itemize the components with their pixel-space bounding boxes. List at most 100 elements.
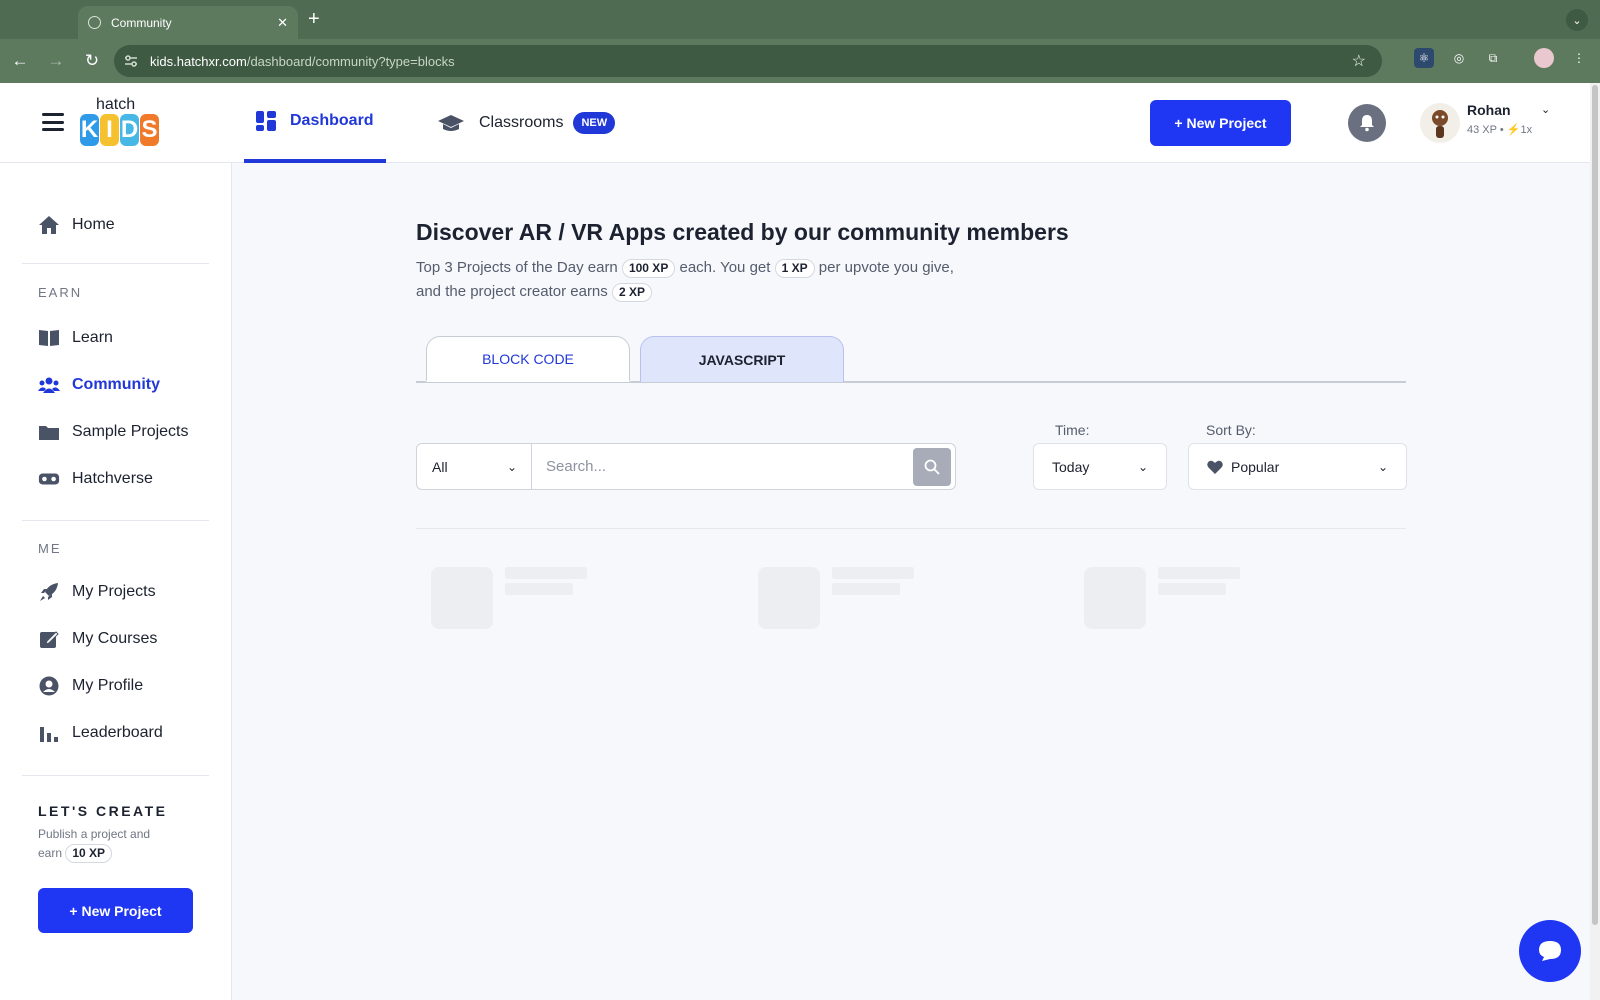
page-title: Discover AR / VR Apps created by our com…	[416, 219, 1069, 245]
browser-tab-title: Community	[111, 15, 172, 30]
sort-select[interactable]: Popular ⌄	[1188, 443, 1407, 490]
sidebar-item-community[interactable]: Community	[38, 374, 160, 396]
xp-pill: 10 XP	[65, 844, 113, 863]
sidebar-item-label: My Courses	[72, 630, 158, 647]
xp-pill: 100 XP	[621, 259, 676, 278]
main-content: Discover AR / VR Apps created by our com…	[232, 163, 1590, 1000]
bookmark-star-icon[interactable]: ☆	[1352, 51, 1366, 71]
sidebar-divider	[22, 775, 209, 776]
react-devtools-icon[interactable]: ⚛	[1414, 48, 1434, 68]
home-icon	[38, 214, 60, 236]
create-section-title: LET'S CREATE	[38, 803, 168, 819]
browser-toolbar: ← → ↻ kids.hatchxr.com/dashboard/communi…	[0, 39, 1600, 83]
subtitle-text: each. You get	[679, 259, 771, 276]
sidebar-item-leaderboard[interactable]: Leaderboard	[38, 722, 163, 744]
browser-tab[interactable]: Community ✕	[78, 6, 298, 39]
nav-tab-classrooms[interactable]: Classrooms NEW	[437, 83, 616, 163]
url-host: kids.hatchxr.com	[150, 53, 247, 69]
sidebar-item-label: My Profile	[72, 677, 144, 694]
tab-search-chevron-icon[interactable]: ⌄	[1566, 9, 1588, 31]
extension-circle-icon[interactable]: ◎	[1449, 48, 1469, 68]
app-header: hatch KIDS Dashboard Classrooms NEW + Ne…	[0, 83, 1590, 163]
page-scrollbar[interactable]	[1590, 83, 1600, 1000]
sort-select-value: Popular	[1231, 458, 1280, 475]
users-icon	[38, 374, 60, 396]
sidebar-item-my-profile[interactable]: My Profile	[38, 675, 143, 697]
sort-label: Sort By:	[1206, 422, 1256, 438]
dashboard-icon	[256, 111, 276, 131]
user-xp-value: 43 XP	[1467, 124, 1497, 136]
nav-tab-dashboard[interactable]: Dashboard	[244, 83, 386, 163]
time-filter-select[interactable]: Today ⌄	[1033, 443, 1167, 490]
user-icon	[38, 675, 60, 697]
site-info-icon[interactable]	[124, 54, 138, 68]
sidebar-item-my-projects[interactable]: My Projects	[38, 581, 156, 603]
sidebar-new-project-button[interactable]: + New Project	[38, 888, 193, 933]
nav-tab-classrooms-label: Classrooms	[479, 114, 564, 131]
user-xp: 43 XP • ⚡1x	[1467, 124, 1533, 136]
user-avatar[interactable]	[1420, 103, 1460, 143]
sidebar-item-hatchverse[interactable]: Hatchverse	[38, 468, 153, 490]
time-filter-label: Time:	[1055, 422, 1090, 438]
reload-icon[interactable]: ↻	[76, 45, 108, 77]
section-label-earn: EARN	[38, 285, 83, 300]
sidebar-item-home[interactable]: Home	[38, 214, 115, 236]
time-filter-value: Today	[1052, 458, 1090, 475]
sidebar-item-label: Hatchverse	[72, 470, 153, 487]
extensions-puzzle-icon[interactable]: ⧉	[1483, 48, 1503, 68]
sidebar-item-label: Leaderboard	[72, 724, 163, 741]
user-name[interactable]: Rohan	[1467, 102, 1511, 118]
hamburger-menu-icon[interactable]	[42, 113, 64, 131]
tab-block-code[interactable]: BLOCK CODE	[426, 336, 630, 382]
rocket-icon	[38, 581, 60, 603]
search-button[interactable]	[913, 447, 951, 486]
logo-wordmark: hatch	[96, 96, 136, 113]
category-select[interactable]: All ⌄	[417, 444, 532, 489]
vr-headset-icon	[38, 468, 60, 490]
sidebar-item-sample-projects[interactable]: Sample Projects	[38, 421, 189, 443]
graduation-cap-icon	[438, 115, 464, 131]
profile-avatar-icon[interactable]	[1534, 48, 1554, 68]
sidebar-item-label: Home	[72, 216, 115, 233]
sidebar-item-my-courses[interactable]: My Courses	[38, 628, 157, 650]
back-arrow-icon[interactable]: ←	[4, 45, 36, 77]
notifications-bell-icon[interactable]	[1348, 104, 1386, 142]
logo-kids: KIDS	[80, 114, 159, 146]
category-select-value: All	[432, 458, 448, 475]
search-input[interactable]	[532, 458, 913, 475]
sidebar-item-label: Learn	[72, 329, 113, 346]
chat-bubble-icon	[1539, 941, 1561, 961]
user-menu-chevron-icon[interactable]: ⌄	[1541, 103, 1550, 116]
section-label-me: ME	[38, 541, 62, 556]
tab-javascript[interactable]: JAVASCRIPT	[640, 336, 844, 382]
chat-launcher-button[interactable]	[1519, 920, 1581, 982]
user-streak: 1x	[1520, 124, 1533, 136]
folder-icon	[38, 421, 60, 443]
bar-chart-icon	[38, 722, 60, 744]
chevron-down-icon: ⌄	[1377, 459, 1388, 474]
create-text-line-2: earn	[38, 846, 63, 860]
divider	[416, 528, 1406, 529]
chevron-down-icon: ⌄	[506, 459, 517, 474]
sidebar-item-label: My Projects	[72, 583, 156, 600]
bolt-icon: ⚡	[1506, 124, 1521, 136]
subtitle-text: per upvote you give,	[818, 259, 954, 276]
address-bar[interactable]: kids.hatchxr.com/dashboard/community?typ…	[114, 45, 1382, 77]
heart-icon	[1207, 460, 1223, 474]
new-badge: NEW	[573, 112, 616, 134]
hatch-kids-logo[interactable]: hatch KIDS	[80, 96, 162, 152]
create-section-text: Publish a project and earn 10 XP	[38, 825, 198, 863]
xp-pill: 2 XP	[611, 283, 652, 302]
xp-pill: 1 XP	[774, 259, 815, 278]
create-text-line-1: Publish a project and	[38, 827, 151, 841]
url-path: /dashboard/community?type=blocks	[246, 53, 455, 69]
close-tab-icon[interactable]: ✕	[277, 15, 288, 31]
sidebar-item-label: Community	[72, 376, 160, 393]
new-project-button[interactable]: + New Project	[1150, 100, 1291, 146]
forward-arrow-icon[interactable]: →	[40, 45, 72, 77]
subtitle-text: Top 3 Projects of the Day earn	[416, 259, 618, 276]
browser-menu-icon[interactable]: ⋮	[1569, 48, 1589, 68]
sidebar-item-learn[interactable]: Learn	[38, 327, 113, 349]
new-tab-icon[interactable]: +	[308, 8, 320, 31]
nav-tab-dashboard-label: Dashboard	[290, 112, 374, 129]
